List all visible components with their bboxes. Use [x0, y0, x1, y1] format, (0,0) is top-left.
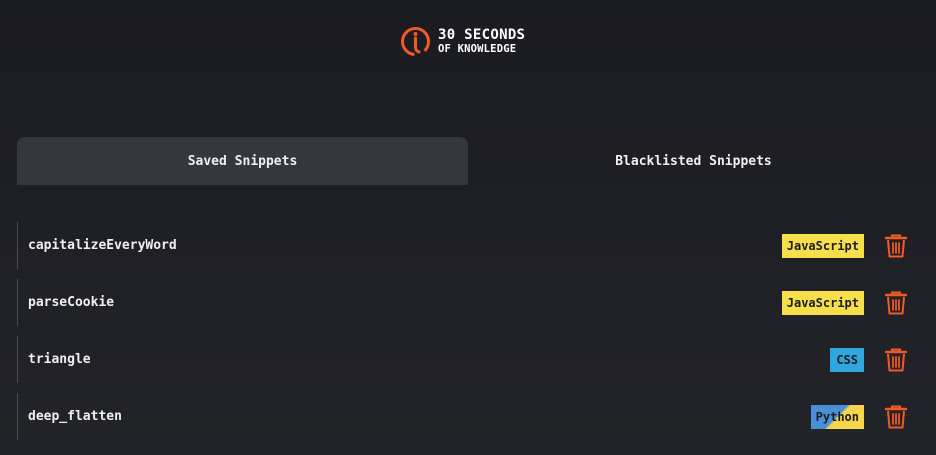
trash-icon[interactable]	[885, 348, 907, 372]
snippet-row[interactable]: capitalizeEveryWord JavaScript	[17, 222, 919, 269]
lightbulb-logo-icon	[399, 25, 432, 58]
trash-icon[interactable]	[885, 405, 907, 429]
snippet-tabs: Saved Snippets Blacklisted Snippets	[17, 137, 919, 185]
snippet-list: capitalizeEveryWord JavaScript parseCook…	[17, 222, 919, 450]
logo-subtitle: OF KNOWLEDGE	[438, 43, 517, 56]
snippet-name[interactable]: deep_flatten	[28, 409, 811, 424]
logo-text: 30 SECONDS OF KNOWLEDGE	[438, 28, 525, 55]
tab-blacklisted-snippets[interactable]: Blacklisted Snippets	[468, 137, 919, 185]
trash-icon[interactable]	[885, 234, 907, 258]
snippet-name[interactable]: capitalizeEveryWord	[28, 238, 782, 253]
trash-icon[interactable]	[885, 291, 907, 315]
tab-saved-snippets[interactable]: Saved Snippets	[17, 137, 468, 185]
language-badge: JavaScript	[781, 290, 864, 315]
app-logo[interactable]: 30 SECONDS OF KNOWLEDGE	[399, 25, 525, 58]
snippet-row[interactable]: triangle CSS	[17, 336, 919, 383]
language-badge: JavaScript	[781, 233, 864, 258]
snippet-name[interactable]: triangle	[28, 352, 830, 367]
language-badge: Python	[810, 404, 864, 429]
logo-title: 30 SECONDS	[438, 27, 526, 44]
snippet-row[interactable]: parseCookie JavaScript	[17, 279, 919, 326]
snippet-row[interactable]: deep_flatten Python	[17, 393, 919, 440]
snippet-name[interactable]: parseCookie	[28, 295, 782, 310]
language-badge: CSS	[830, 347, 864, 372]
